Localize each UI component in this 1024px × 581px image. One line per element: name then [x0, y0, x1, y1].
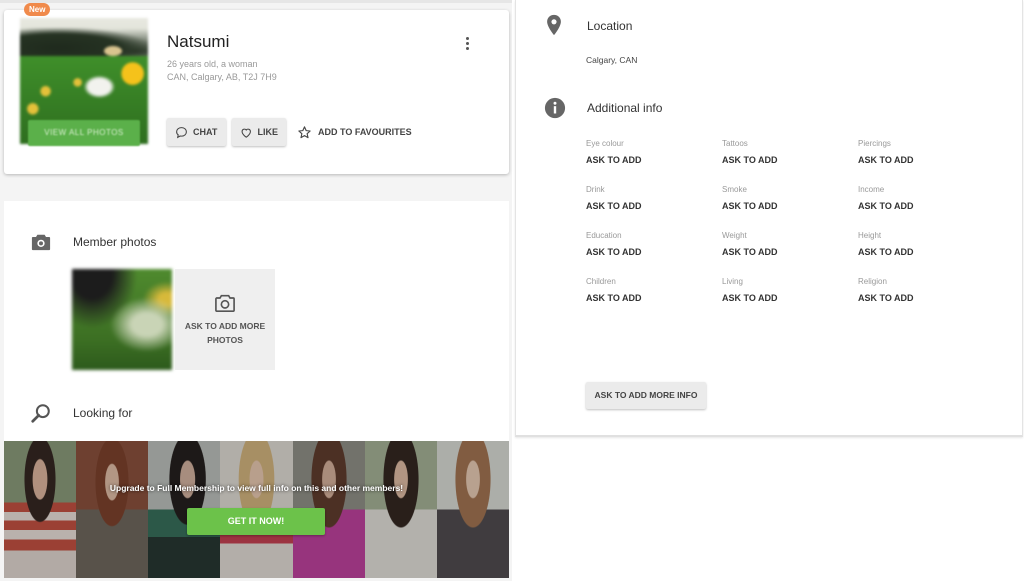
ask-to-add-link[interactable]: ASK TO ADD	[586, 293, 722, 303]
member-photo-thumbnail[interactable]	[72, 269, 172, 370]
location-pin-icon	[545, 14, 567, 36]
info-field-eye-colour: Eye colour ASK TO ADD	[586, 139, 722, 165]
like-button[interactable]: LIKE	[232, 118, 286, 146]
photo-hat	[104, 45, 123, 56]
chat-label: CHAT	[193, 127, 218, 137]
ask-to-add-link[interactable]: ASK TO ADD	[586, 201, 722, 211]
ask-to-add-link[interactable]: ASK TO ADD	[722, 201, 858, 211]
heart-icon	[241, 128, 251, 138]
search-icon	[30, 402, 52, 424]
field-label: Religion	[858, 277, 887, 286]
camera-outline-icon	[215, 294, 235, 312]
upgrade-text: Upgrade to Full Membership to view full …	[109, 483, 404, 493]
location-value: Calgary, CAN	[586, 55, 638, 65]
info-field-smoke: Smoke ASK TO ADD	[722, 185, 858, 211]
chat-bubble-icon	[176, 126, 187, 138]
ask-to-add-link[interactable]: ASK TO ADD	[858, 201, 994, 211]
additional-info-title: Additional info	[587, 101, 663, 115]
ask-more-info-button[interactable]: ASK TO ADD MORE INFO	[586, 382, 706, 409]
ask-to-add-link[interactable]: ASK TO ADD	[722, 293, 858, 303]
field-label: Smoke	[722, 185, 747, 194]
chat-button[interactable]: CHAT	[167, 118, 226, 146]
upgrade-banner: Upgrade to Full Membership to view full …	[4, 441, 509, 578]
ask-to-add-link[interactable]: ASK TO ADD	[722, 247, 858, 257]
location-title: Location	[587, 19, 633, 33]
favourite-label: ADD TO FAVOURITES	[318, 127, 412, 137]
field-label: Tattoos	[722, 139, 748, 148]
info-field-height: Height ASK TO ADD	[858, 231, 994, 257]
info-field-weight: Weight ASK TO ADD	[722, 231, 858, 257]
more-options-icon[interactable]	[462, 35, 472, 53]
star-icon	[298, 125, 311, 138]
like-label: LIKE	[257, 127, 278, 137]
ask-to-add-link[interactable]: ASK TO ADD	[858, 247, 994, 257]
field-label: Eye colour	[586, 139, 624, 148]
info-field-tattoos: Tattoos ASK TO ADD	[722, 139, 858, 165]
info-field-income: Income ASK TO ADD	[858, 185, 994, 211]
camera-icon	[30, 232, 52, 254]
profile-name: Natsumi	[167, 32, 230, 51]
profile-address: CAN, Calgary, AB, T2J 7H9	[167, 72, 277, 82]
info-field-education: Education ASK TO ADD	[586, 231, 722, 257]
top-divider	[0, 0, 512, 3]
info-field-drink: Drink ASK TO ADD	[586, 185, 722, 211]
info-field-religion: Religion ASK TO ADD	[858, 277, 994, 303]
ask-to-add-link[interactable]: ASK TO ADD	[722, 155, 858, 165]
ask-to-add-link[interactable]: ASK TO ADD	[858, 293, 994, 303]
ask-to-add-link[interactable]: ASK TO ADD	[586, 247, 722, 257]
new-badge: New	[24, 3, 51, 16]
get-it-now-button[interactable]: GET IT NOW!	[187, 508, 325, 535]
field-label: Income	[858, 185, 885, 194]
field-label: Weight	[722, 231, 747, 240]
additional-info-grid: Eye colour ASK TO ADD Tattoos ASK TO ADD P…	[586, 139, 1006, 303]
field-label: Children	[586, 277, 616, 286]
member-photos-title: Member photos	[73, 235, 157, 249]
info-icon	[544, 97, 566, 119]
ask-more-photos-label: ASK TO ADD MORE PHOTOS	[184, 320, 266, 345]
field-label: Piercings	[858, 139, 891, 148]
looking-for-title: Looking for	[73, 406, 133, 420]
ask-to-add-link[interactable]: ASK TO ADD	[586, 155, 722, 165]
field-label: Height	[858, 231, 882, 240]
view-all-photos-button[interactable]: VIEW ALL PHOTOS	[28, 120, 140, 146]
ask-to-add-link[interactable]: ASK TO ADD	[858, 155, 994, 165]
info-field-piercings: Piercings ASK TO ADD	[858, 139, 994, 165]
info-field-children: Children ASK TO ADD	[586, 277, 722, 303]
ask-more-photos-button[interactable]: ASK TO ADD MORE PHOTOS	[175, 269, 275, 370]
add-to-favourites-button[interactable]: ADD TO FAVOURITES	[297, 118, 412, 146]
profile-age-gender: 26 years old, a woman	[167, 59, 258, 69]
field-label: Education	[586, 231, 622, 240]
field-label: Living	[722, 277, 743, 286]
field-label: Drink	[586, 185, 605, 194]
info-field-living: Living ASK TO ADD	[722, 277, 858, 303]
